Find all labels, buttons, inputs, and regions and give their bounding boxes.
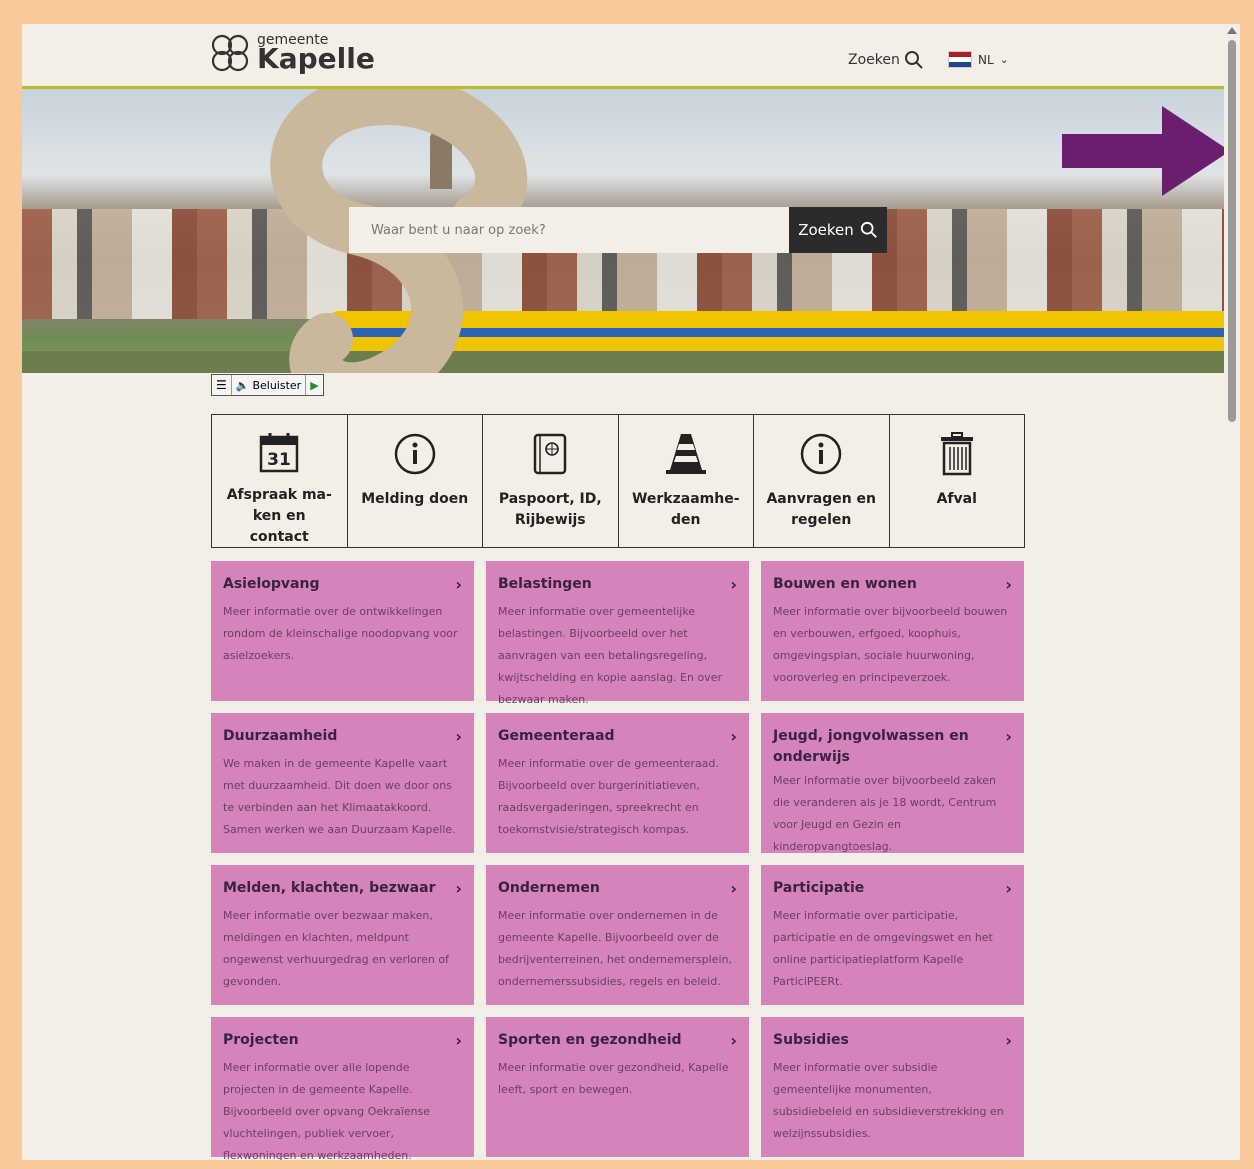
card-text: We maken in de gemeente Kapelle vaart me… — [223, 757, 456, 836]
tile-afval[interactable]: Afval — [889, 415, 1024, 547]
card-title: Projecten — [223, 1032, 299, 1048]
browser-viewport: gemeente Kapelle Zoeken NL ⌄ Zoeken — [22, 24, 1240, 1160]
listen-button[interactable]: 🔈 Beluister — [232, 375, 307, 395]
listen-label: Beluister — [252, 378, 302, 392]
hero-search-bar: Zoeken — [349, 207, 887, 253]
card-title: Gemeenteraad — [498, 728, 615, 744]
chevron-right-icon: › — [730, 879, 737, 898]
card-projecten[interactable]: Projecten › Meer informatie over alle lope… — [211, 1017, 474, 1160]
tile-label: Melding doen — [361, 491, 469, 507]
card-title: Sporten en gezondheid — [498, 1032, 682, 1048]
card-text: Meer informatie over de gemeenteraad. Bi… — [498, 757, 719, 836]
tile-werkzaamheden[interactable]: Werkzaamhe-den — [618, 415, 754, 547]
card-title: Asielopvang — [223, 576, 320, 592]
card-title: Belastingen — [498, 576, 592, 592]
card-title: Subsidies — [773, 1032, 849, 1048]
card-jeugd[interactable]: Jeugd, jongvolwassen en onderwijs › Meer i… — [761, 713, 1024, 853]
card-text: Meer informatie over bijvoorbeeld bouwen… — [773, 605, 1008, 684]
menu-icon[interactable]: ☰ — [212, 375, 232, 395]
hero-track-image — [22, 351, 1224, 373]
tile-label: Afval — [936, 491, 977, 507]
card-title: Bouwen en wonen — [773, 576, 917, 592]
chevron-right-icon: › — [1005, 575, 1012, 594]
card-text: Meer informatie over alle lopende projec… — [223, 1061, 430, 1160]
card-text: Meer informatie over bijvoorbeeld zaken … — [773, 774, 997, 853]
readspeaker-bar: ☰ 🔈 Beluister ▶ — [211, 374, 324, 396]
tile-label: Afspraak ma-ken en contact — [226, 487, 332, 545]
chevron-right-icon: › — [730, 575, 737, 594]
dutch-flag-icon — [948, 51, 972, 68]
play-icon[interactable]: ▶ — [306, 375, 322, 395]
tile-melding[interactable]: Melding doen — [347, 415, 483, 547]
tile-afspraak[interactable]: 31 Afspraak ma-ken en contact — [212, 415, 348, 547]
search-submit-label: Zoeken — [798, 221, 854, 239]
logo-mark-icon — [209, 32, 251, 74]
speaker-icon: 🔈 — [235, 378, 250, 392]
hero-banner: Zoeken — [22, 89, 1224, 373]
logo-title: Kapelle — [257, 42, 375, 75]
language-selector[interactable]: NL ⌄ — [948, 51, 1009, 68]
tile-aanvragen[interactable]: Aanvragen en regelen — [754, 415, 890, 547]
card-title: Jeugd, jongvolwassen en onderwijs — [773, 728, 969, 765]
chevron-down-icon: ⌄ — [999, 53, 1009, 66]
chevron-right-icon: › — [1005, 1031, 1012, 1050]
card-bouwen-en-wonen[interactable]: Bouwen en wonen › Meer informatie over bij… — [761, 561, 1024, 701]
site-header: gemeente Kapelle Zoeken NL ⌄ — [22, 24, 1224, 89]
chevron-right-icon: › — [455, 727, 462, 746]
card-melden[interactable]: Melden, klachten, bezwaar › Meer informati… — [211, 865, 474, 1005]
card-title: Participatie — [773, 880, 865, 896]
search-input[interactable] — [349, 207, 789, 253]
card-text: Meer informatie over de ontwikkelingen r… — [223, 605, 458, 662]
search-submit-button[interactable]: Zoeken — [789, 207, 887, 253]
info-icon — [393, 431, 437, 477]
card-text: Meer informatie over bezwaar maken, meld… — [223, 909, 449, 988]
site-logo[interactable]: gemeente Kapelle — [209, 31, 375, 75]
quick-links: 31 Afspraak ma-ken en contact Melding do… — [211, 414, 1025, 548]
vertical-scrollbar[interactable] — [1224, 24, 1240, 1160]
header-search-label: Zoeken — [848, 52, 900, 68]
card-text: Meer informatie over ondernemen in de ge… — [498, 909, 732, 988]
card-text: Meer informatie over subsidie gemeenteli… — [773, 1061, 1004, 1140]
chevron-right-icon: › — [730, 1031, 737, 1050]
tile-paspoort[interactable]: Paspoort, ID, Rijbewijs — [483, 415, 619, 547]
search-icon — [904, 51, 923, 69]
info-icon — [799, 431, 843, 477]
card-ondernemen[interactable]: Ondernemen › Meer informatie over ondernem… — [486, 865, 749, 1005]
tile-label: Aanvragen en regelen — [766, 491, 877, 528]
chevron-right-icon: › — [455, 575, 462, 594]
card-participatie[interactable]: Participatie › Meer informatie over partic… — [761, 865, 1024, 1005]
traffic-cone-icon — [664, 431, 708, 477]
card-subsidies[interactable]: Subsidies › Meer informatie over subsidie … — [761, 1017, 1024, 1157]
chevron-right-icon: › — [455, 879, 462, 898]
header-search-button[interactable]: Zoeken — [848, 50, 924, 70]
chevron-right-icon: › — [1005, 727, 1012, 746]
calendar-day: 31 — [267, 450, 291, 470]
card-sporten[interactable]: Sporten en gezondheid › Meer informatie ov… — [486, 1017, 749, 1157]
card-title: Ondernemen — [498, 880, 600, 896]
card-text: Meer informatie over gemeentelijke belas… — [498, 605, 723, 706]
card-title: Duurzaamheid — [223, 728, 338, 744]
card-text: Meer informatie over gezondheid, Kapelle… — [498, 1061, 729, 1096]
card-text: Meer informatie over participatie, parti… — [773, 909, 993, 988]
calendar-icon: 31 — [257, 431, 301, 473]
chevron-right-icon: › — [730, 727, 737, 746]
scrollbar-thumb[interactable] — [1228, 40, 1236, 422]
chevron-right-icon: › — [1005, 879, 1012, 898]
tile-label: Paspoort, ID, Rijbewijs — [498, 491, 602, 528]
card-title: Melden, klachten, bezwaar — [223, 880, 436, 896]
tile-label: Werkzaamhe-den — [631, 491, 740, 528]
passport-icon — [528, 431, 572, 477]
card-duurzaamheid[interactable]: Duurzaamheid › We maken in de gemeente Kap… — [211, 713, 474, 853]
search-icon — [860, 221, 877, 238]
chevron-right-icon: › — [455, 1031, 462, 1050]
card-belastingen[interactable]: Belastingen › Meer informatie over gemeent… — [486, 561, 749, 706]
scroll-up-arrow-icon[interactable] — [1227, 27, 1237, 34]
card-asielopvang[interactable]: Asielopvang › Meer informatie over de ontw… — [211, 561, 474, 701]
annotation-arrow-icon — [1062, 106, 1230, 196]
topic-cards: Asielopvang › Meer informatie over de ontw… — [211, 561, 1025, 1160]
language-code: NL — [978, 52, 994, 67]
card-gemeenteraad[interactable]: Gemeenteraad › Meer informatie over de gem… — [486, 713, 749, 853]
trash-icon — [935, 431, 979, 477]
